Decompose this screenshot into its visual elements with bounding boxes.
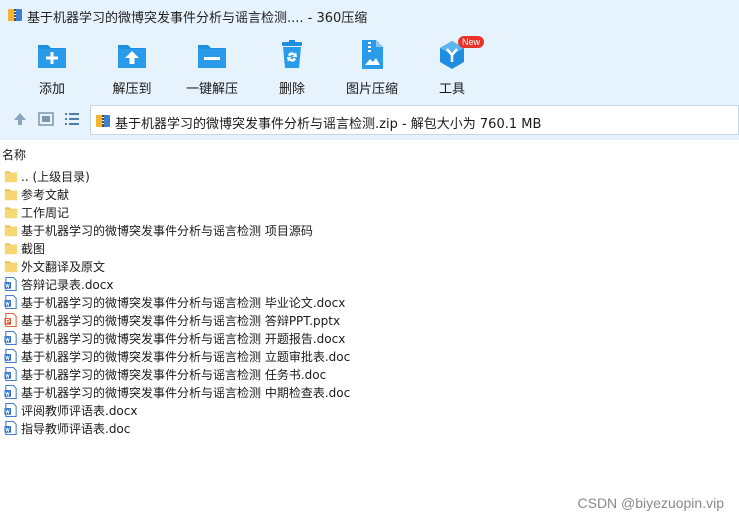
word-document-icon [4,277,17,291]
new-badge: New [458,36,485,48]
image-compress-label: 图片压缩 [345,82,398,97]
add-icon [38,45,66,68]
list-item-label: 基于机器学习的微博突发事件分析与谣言检测 中期检查表.doc [21,386,351,400]
extract-to-button[interactable]: 解压到 [92,38,172,98]
list-item-label: 指导教师评语表.doc [21,422,131,436]
list-item[interactable]: 截图 [0,239,739,257]
list-item[interactable]: 基于机器学习的微博突发事件分析与谣言检测 项目源码 [0,221,739,239]
column-header: 名称 [0,146,739,162]
word-document-icon [4,385,17,399]
list-item[interactable]: 基于机器学习的微博突发事件分析与谣言检测 中期检查表.doc [0,383,739,401]
thumbnail-view-icon[interactable] [37,110,55,128]
tools-label: 工具 [438,82,465,97]
word-document-icon [4,367,17,381]
list-item-label: 基于机器学习的微博突发事件分析与谣言检测 开题报告.docx [21,332,346,346]
powerpoint-document-icon [4,313,17,327]
word-document-icon [4,331,17,345]
list-item[interactable]: 基于机器学习的微博突发事件分析与谣言检测 立题审批表.doc [0,347,739,365]
folder-icon [4,189,18,201]
list-item[interactable]: 指导教师评语表.doc [0,419,739,437]
list-item[interactable]: 基于机器学习的微博突发事件分析与谣言检测 毕业论文.docx [0,293,739,311]
list-item-label: 答辩记录表.docx [21,278,114,292]
list-item-label: 基于机器学习的微博突发事件分析与谣言检测 立题审批表.doc [21,350,351,364]
list-item-label: 基于机器学习的微博突发事件分析与谣言检测 答辩PPT.pptx [21,314,341,328]
word-document-icon [4,349,17,363]
window-title: 基于机器学习的微博突发事件分析与谣言检测.... - 360压缩 [27,11,368,26]
title-bar: 基于机器学习的微博突发事件分析与谣言检测.... - 360压缩 [0,0,739,30]
watermark: CSDN @biyezuopin.vip [577,495,725,511]
360zip-app-icon [8,9,22,21]
list-item[interactable]: 答辩记录表.docx [0,275,739,293]
toolbar: 添加 解压到 一键解压 删除 图片压缩 New 工具 [0,30,739,100]
list-item[interactable]: 基于机器学习的微博突发事件分析与谣言检测 开题报告.docx [0,329,739,347]
list-item-label: 参考文献 [21,188,70,202]
list-item-label: 基于机器学习的微博突发事件分析与谣言检测 任务书.doc [21,368,327,382]
tools-button[interactable]: New 工具 [412,36,492,98]
list-item-label: 截图 [21,242,46,256]
list-item[interactable]: 评阅教师评语表.docx [0,401,739,419]
list-item-label: 基于机器学习的微博突发事件分析与谣言检测 毕业论文.docx [21,296,346,310]
address-path: 基于机器学习的微博突发事件分析与谣言检测.zip - 解包大小为 760.1 M… [115,117,542,132]
one-click-extract-button[interactable]: 一键解压 [172,38,252,98]
list-item-label: .. (上级目录) [21,170,90,184]
list-view-icon[interactable] [63,110,81,128]
address-bar: 基于机器学习的微博突发事件分析与谣言检测.zip - 解包大小为 760.1 M… [0,100,739,140]
list-item-label: 外文翻译及原文 [21,260,106,274]
add-button[interactable]: 添加 [12,38,92,98]
folder-icon [4,261,18,273]
list-item[interactable]: 外文翻译及原文 [0,257,739,275]
folder-icon [4,225,18,237]
one-click-extract-label: 一键解压 [185,82,238,97]
zip-file-icon [96,115,110,127]
extract-to-label: 解压到 [112,82,152,97]
list-item-label: 评阅教师评语表.docx [21,404,138,418]
delete-button[interactable]: 删除 [252,38,332,98]
delete-label: 删除 [278,82,305,97]
extract-to-icon [118,45,146,68]
add-label: 添加 [38,82,65,97]
folder-icon [4,171,18,183]
list-item[interactable]: .. (上级目录) [0,167,739,185]
folder-icon [4,207,18,219]
word-document-icon [4,403,17,417]
list-item[interactable]: 基于机器学习的微博突发事件分析与谣言检测 任务书.doc [0,365,739,383]
one-click-extract-icon [198,45,226,68]
address-field[interactable]: 基于机器学习的微博突发事件分析与谣言检测.zip - 解包大小为 760.1 M… [90,105,739,135]
image-compress-button[interactable]: 图片压缩 [332,38,412,98]
delete-icon [282,40,302,68]
list-item[interactable]: 工作周记 [0,203,739,221]
word-document-icon [4,295,17,309]
up-arrow-icon[interactable] [11,110,29,128]
column-name-header[interactable]: 名称 [2,146,26,163]
list-item[interactable]: 基于机器学习的微博突发事件分析与谣言检测 答辩PPT.pptx [0,311,739,329]
list-item-label: 工作周记 [21,206,70,220]
image-compress-icon [362,40,383,69]
folder-icon [4,243,18,255]
word-document-icon [4,421,17,435]
list-item-label: 基于机器学习的微博突发事件分析与谣言检测 项目源码 [21,224,313,238]
list-item[interactable]: 参考文献 [0,185,739,203]
